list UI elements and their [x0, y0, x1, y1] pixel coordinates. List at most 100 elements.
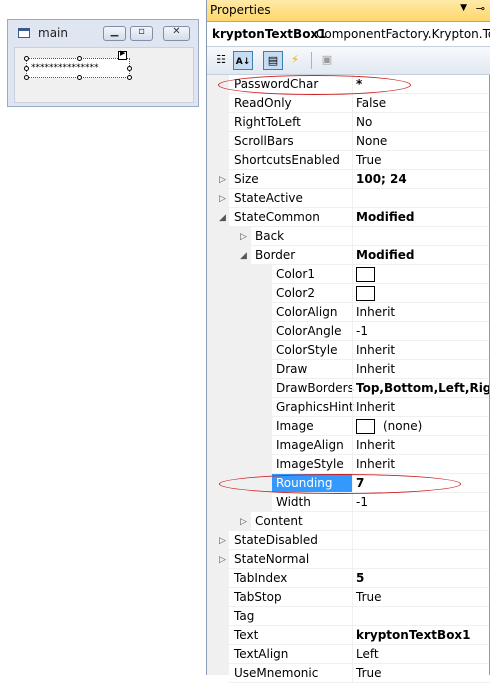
collapse-icon[interactable]: ◢ — [219, 213, 226, 223]
property-value[interactable]: Inherit — [356, 436, 395, 455]
form-title-bar[interactable]: main ▁ ▫ ✕ — [8, 20, 198, 45]
close-button[interactable]: ✕ — [163, 26, 190, 41]
expand-icon[interactable]: ▷ — [219, 555, 226, 565]
categorized-button[interactable]: ☷ — [211, 51, 231, 70]
property-row[interactable]: ImageStyle Inherit — [207, 455, 490, 474]
resize-handle[interactable] — [77, 56, 82, 61]
property-row[interactable]: ColorAlign Inherit — [207, 303, 490, 322]
property-value[interactable]: True — [356, 151, 382, 170]
property-row[interactable]: ▷ StateDisabled — [207, 531, 490, 550]
alphabetical-button[interactable]: A↓ — [233, 51, 253, 70]
maximize-button[interactable]: ▫ — [130, 26, 153, 41]
property-row[interactable]: ReadOnly False — [207, 94, 490, 113]
property-value[interactable]: None — [356, 132, 387, 151]
property-value[interactable]: -1 — [356, 322, 368, 341]
object-selector[interactable]: kryptonTextBox1 ComponentFactory.Krypton… — [207, 22, 490, 47]
window-position-dropdown-icon[interactable]: ▼ — [460, 3, 467, 13]
property-value[interactable]: False — [356, 94, 386, 113]
properties-button[interactable]: ▤ — [263, 51, 283, 70]
property-row[interactable]: ImageAlign Inherit — [207, 436, 490, 455]
property-row[interactable]: Width -1 — [207, 493, 490, 512]
property-value[interactable]: -1 — [356, 493, 368, 512]
designer-form[interactable]: main ▁ ▫ ✕ *************** ▶ — [7, 19, 199, 107]
property-row[interactable]: Text kryptonTextBox1 — [207, 626, 490, 645]
indent-bar — [229, 322, 272, 341]
property-value[interactable]: Inherit — [356, 455, 395, 474]
property-row[interactable]: ▷ Back — [207, 227, 490, 246]
property-value[interactable]: No — [356, 113, 372, 132]
property-row[interactable]: Color1 — [207, 265, 490, 284]
form-client-area: *************** ▶ — [14, 47, 194, 103]
property-row[interactable]: ScrollBars None — [207, 132, 490, 151]
property-value[interactable]: Inherit — [356, 360, 395, 379]
property-row[interactable]: ▷ Size 100; 24 — [207, 170, 490, 189]
column-divider — [352, 151, 353, 170]
property-row[interactable]: ◢ Border Modified — [207, 246, 490, 265]
property-name: TextAlign — [234, 647, 289, 661]
property-value[interactable]: Inherit — [356, 303, 395, 322]
property-row[interactable]: RightToLeft No — [207, 113, 490, 132]
property-value[interactable]: Left — [356, 645, 379, 664]
expand-icon[interactable]: ▷ — [219, 194, 226, 204]
expand-icon[interactable]: ▷ — [219, 175, 226, 185]
property-value[interactable]: Top,Bottom,Left,Right — [356, 379, 490, 398]
property-row[interactable]: TabStop True — [207, 588, 490, 607]
column-divider — [352, 208, 353, 227]
smart-tag-button[interactable]: ▶ — [118, 49, 127, 60]
property-value[interactable]: kryptonTextBox1 — [356, 626, 471, 645]
properties-title-bar[interactable]: Properties ▼ ⊸ — [207, 0, 490, 22]
collapse-icon[interactable]: ◢ — [240, 251, 247, 261]
property-row[interactable]: Tag — [207, 607, 490, 626]
property-value[interactable]: Inherit — [356, 398, 395, 417]
property-value[interactable]: 100; 24 — [356, 170, 407, 189]
events-button[interactable]: ⚡ — [285, 51, 305, 70]
properties-window: Properties ▼ ⊸ kryptonTextBox1 Component… — [206, 0, 490, 683]
indent-bar — [229, 341, 272, 360]
property-row[interactable]: ◢ StateCommon Modified — [207, 208, 490, 227]
property-row[interactable]: Image (none) — [207, 417, 490, 436]
property-row[interactable]: ColorAngle -1 — [207, 322, 490, 341]
property-value[interactable]: 5 — [356, 569, 364, 588]
resize-handle[interactable] — [77, 75, 82, 80]
resize-handle[interactable] — [24, 75, 29, 80]
krypton-textbox[interactable]: *************** — [24, 56, 132, 80]
object-name: kryptonTextBox1 — [212, 27, 327, 41]
expand-icon[interactable]: ▷ — [219, 536, 226, 546]
minimize-button[interactable]: ▁ — [103, 26, 126, 41]
property-row[interactable]: ColorStyle Inherit — [207, 341, 490, 360]
column-divider — [352, 531, 353, 550]
annotation-ellipse — [219, 474, 461, 494]
property-value[interactable]: True — [356, 588, 382, 607]
resize-handle[interactable] — [127, 75, 132, 80]
property-row[interactable]: ShortcutsEnabled True — [207, 151, 490, 170]
property-value[interactable]: Inherit — [356, 341, 395, 360]
resize-handle[interactable] — [127, 66, 132, 71]
property-row[interactable]: GraphicsHint Inherit — [207, 398, 490, 417]
property-value[interactable]: True — [356, 664, 382, 683]
property-name: StateActive — [234, 191, 303, 205]
property-name: TabIndex — [234, 571, 288, 585]
resize-handle[interactable] — [24, 66, 29, 71]
expand-icon[interactable]: ▷ — [240, 232, 247, 242]
property-row[interactable]: UseMnemonic True — [207, 664, 490, 683]
property-name: ReadOnly — [234, 96, 292, 110]
property-row[interactable]: Draw Inherit — [207, 360, 490, 379]
property-value[interactable]: Modified — [356, 208, 415, 227]
property-row[interactable]: TabIndex 5 — [207, 569, 490, 588]
property-row[interactable]: Color2 — [207, 284, 490, 303]
column-divider — [352, 341, 353, 360]
property-row[interactable]: DrawBordersTop,Bottom,Left,Right — [207, 379, 490, 398]
property-pages-button[interactable]: ▣ — [317, 51, 337, 70]
property-value[interactable]: (none) — [383, 417, 422, 436]
property-grid[interactable]: PasswordChar * ReadOnly False RightToLeft No S… — [207, 75, 490, 683]
indent-bar — [229, 493, 272, 512]
property-row[interactable]: ▷ StateNormal — [207, 550, 490, 569]
property-row[interactable]: ▷ Content — [207, 512, 490, 531]
expand-icon[interactable]: ▷ — [240, 517, 247, 527]
property-row[interactable]: TextAlign Left — [207, 645, 490, 664]
property-name: RightToLeft — [234, 115, 301, 129]
property-row[interactable]: ▷ StateActive — [207, 189, 490, 208]
auto-hide-pin-icon[interactable]: ⊸ — [476, 2, 485, 15]
property-value[interactable]: Modified — [356, 246, 415, 265]
resize-handle[interactable] — [24, 56, 29, 61]
